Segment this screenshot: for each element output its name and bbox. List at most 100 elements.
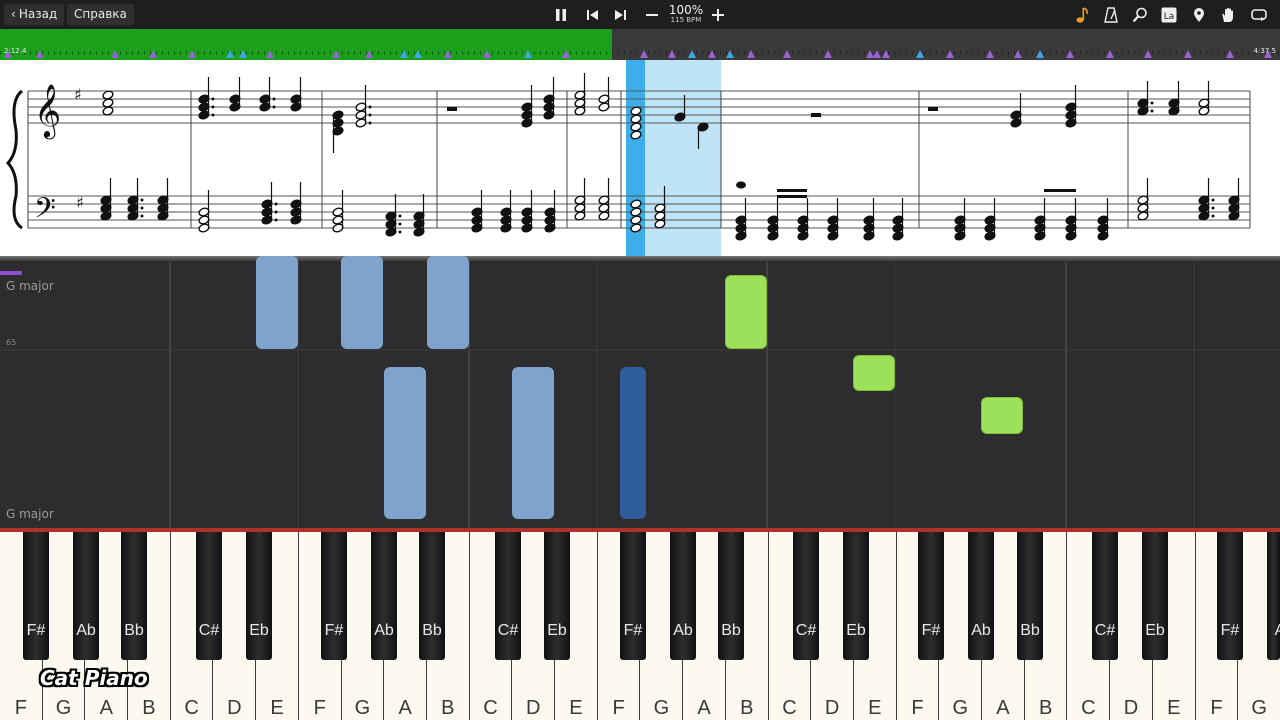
augmentation-dot	[368, 121, 372, 125]
note-icon[interactable]	[1071, 4, 1093, 26]
progress-tick	[1002, 51, 1003, 55]
faster-icon[interactable]	[707, 4, 729, 26]
black-key[interactable]: Ab	[73, 532, 99, 660]
black-key[interactable]: F#	[918, 532, 944, 660]
black-key[interactable]: F#	[1217, 532, 1243, 660]
augmentation-dot	[1150, 101, 1154, 105]
white-key-label: F	[911, 697, 924, 719]
progress-marker	[266, 50, 274, 58]
progress-tick	[738, 51, 739, 55]
black-key[interactable]: Bb	[121, 532, 147, 660]
slower-icon[interactable]	[641, 4, 663, 26]
black-key[interactable]: C#	[495, 532, 521, 660]
black-key[interactable]: F#	[23, 532, 49, 660]
top-toolbar: ‹ Назад Справка 100% 115 BPM La	[0, 0, 1280, 29]
black-key[interactable]: Bb	[1017, 532, 1043, 660]
black-key[interactable]: C#	[1092, 532, 1118, 660]
progress-tick	[702, 51, 703, 55]
progress-tick	[744, 51, 745, 55]
white-key-label: B	[1038, 697, 1053, 719]
progress-tick	[912, 51, 913, 55]
black-key[interactable]: F#	[321, 532, 347, 660]
black-key[interactable]: A	[1267, 532, 1280, 660]
progress-tick	[618, 51, 619, 55]
progress-tick	[534, 51, 535, 55]
black-key[interactable]: Eb	[544, 532, 570, 660]
black-key[interactable]: Eb	[843, 532, 869, 660]
falling-note	[384, 367, 426, 519]
augmentation-dot	[398, 214, 402, 218]
hand-icon[interactable]	[1217, 4, 1239, 26]
progress-tick	[78, 51, 79, 55]
back-button[interactable]: ‹ Назад	[4, 4, 65, 25]
white-key-label: E	[1167, 697, 1181, 719]
progress-tick	[294, 51, 295, 55]
progress-tick	[1176, 51, 1177, 55]
progress-tick	[858, 51, 859, 55]
progress-tick	[132, 51, 133, 55]
black-key[interactable]: Eb	[1142, 532, 1168, 660]
location-pin-icon[interactable]	[1188, 4, 1210, 26]
progress-tick	[798, 51, 799, 55]
sheet-music[interactable]: 𝄞 𝄢 ♯ ♯	[0, 60, 1280, 258]
song-progress-bar[interactable]: 2:12.4 4:37.5	[0, 29, 1280, 60]
search-icon[interactable]	[1129, 4, 1151, 26]
previous-icon[interactable]	[581, 4, 603, 26]
black-key-label: F#	[26, 622, 46, 639]
progress-tick	[216, 51, 217, 55]
progress-tick	[480, 51, 481, 55]
progress-marker	[986, 50, 994, 58]
falling-note-right-hand	[853, 355, 895, 391]
progress-tick	[432, 51, 433, 55]
progress-tick	[60, 51, 61, 55]
black-key[interactable]: Bb	[419, 532, 445, 660]
black-key[interactable]: Ab	[670, 532, 696, 660]
progress-tick	[930, 51, 931, 55]
black-key[interactable]: Ab	[968, 532, 994, 660]
black-key[interactable]: Ab	[371, 532, 397, 660]
progress-tick	[810, 51, 811, 55]
progress-tick	[648, 51, 649, 55]
progress-tick	[258, 51, 259, 55]
progress-tick	[342, 51, 343, 55]
progress-marker	[1226, 50, 1234, 58]
progress-marker	[916, 50, 924, 58]
progress-tick	[1056, 51, 1057, 55]
white-key-label: B	[142, 697, 156, 719]
progress-tick	[582, 51, 583, 55]
black-key[interactable]: F#	[620, 532, 646, 660]
progress-tick	[264, 51, 265, 55]
help-button[interactable]: Справка	[67, 4, 134, 25]
speed-readout[interactable]: 100% 115 BPM	[665, 4, 707, 25]
progress-tick	[816, 51, 817, 55]
progress-tick	[1224, 51, 1225, 55]
progress-tick	[1140, 51, 1141, 55]
white-key-label: G	[1251, 697, 1267, 719]
pause-icon[interactable]	[550, 4, 572, 26]
progress-tick	[0, 51, 1, 55]
progress-tick	[666, 51, 667, 55]
progress-marker	[783, 50, 791, 58]
key-sharp: ♯	[74, 85, 82, 104]
progress-marker	[332, 50, 340, 58]
progress-tick	[756, 51, 757, 55]
progress-tick	[324, 51, 325, 55]
progress-marker	[1036, 50, 1044, 58]
augmentation-dot	[140, 198, 144, 202]
black-key[interactable]: Bb	[718, 532, 744, 660]
black-key[interactable]: Eb	[246, 532, 272, 660]
falling-note-right-hand	[981, 397, 1023, 434]
white-key-label: C	[483, 697, 498, 719]
note-labels-icon[interactable]: La	[1158, 4, 1180, 26]
progress-tick	[96, 51, 97, 55]
next-icon[interactable]	[610, 4, 632, 26]
black-key[interactable]: C#	[196, 532, 222, 660]
progress-tick	[102, 51, 103, 55]
loop-icon[interactable]	[1248, 4, 1270, 26]
piano-keyboard[interactable]: F G A B C D E F G A B C D E F G A B C D E F G A B C D E F G F# Ab Bb C# Eb…	[0, 528, 1280, 720]
progress-tick	[222, 51, 223, 55]
metronome-icon[interactable]	[1100, 4, 1122, 26]
progress-tick	[492, 51, 493, 55]
black-key[interactable]: C#	[793, 532, 819, 660]
back-button-label: Назад	[18, 7, 58, 21]
